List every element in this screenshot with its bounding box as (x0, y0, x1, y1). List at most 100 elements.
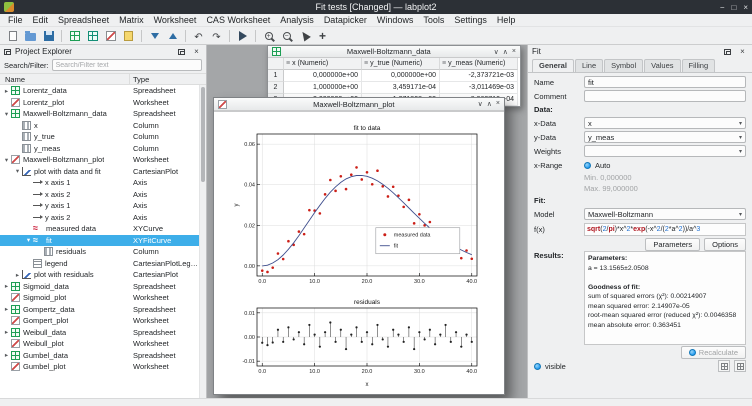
spreadsheet-cell[interactable]: 3,459171e-04 (362, 82, 440, 94)
close-icon[interactable]: × (743, 3, 748, 12)
tab-filling[interactable]: Filling (682, 59, 716, 72)
name-input[interactable] (584, 76, 746, 88)
search-input[interactable] (52, 59, 202, 71)
options-button[interactable]: Options (704, 238, 746, 251)
fit-plot[interactable]: 0.010.020.030.040.00.000.020.040.06fit t… (231, 120, 487, 290)
expander-icon[interactable]: ▸ (2, 282, 11, 290)
save-project-button[interactable] (40, 28, 57, 44)
dock-undock-button[interactable] (722, 46, 733, 57)
x-data-combobox[interactable]: x ▾ (584, 117, 746, 129)
tree-item-gumbel-data[interactable]: ▸Gumbel_dataSpreadsheet (0, 350, 199, 362)
column-header-name[interactable]: Name (0, 74, 130, 84)
model-combobox[interactable]: Maxwell-Boltzmann ▾ (584, 208, 746, 220)
maximize-icon[interactable]: □ (731, 3, 736, 12)
menu-matrix[interactable]: Matrix (114, 15, 149, 25)
expander-icon[interactable]: ▾ (2, 156, 11, 164)
spreadsheet-cell[interactable]: -2,373721e-03 (440, 70, 518, 82)
tree-scrollbar-thumb[interactable] (201, 87, 205, 182)
shade-down-icon[interactable]: ∨ (494, 48, 499, 56)
menu-datapicker[interactable]: Datapicker (319, 15, 372, 25)
tree-item-x-axis-2[interactable]: x axis 2Axis (0, 189, 199, 201)
comment-input[interactable] (584, 90, 746, 102)
expander-icon[interactable]: ▾ (13, 167, 22, 175)
run-fit-button[interactable] (234, 28, 251, 44)
undo-button[interactable] (190, 28, 207, 44)
tree-item-plot-with-data-and-fit[interactable]: ▾plot with data and fitCartesianPlot (0, 166, 199, 178)
column-header-y-meas-numeric[interactable]: ≡y_meas (Numeric) (440, 58, 518, 70)
select-mode-button[interactable] (296, 28, 313, 44)
expander-icon[interactable]: ▸ (2, 87, 11, 95)
menu-tools[interactable]: Tools (418, 15, 449, 25)
parameters-button[interactable]: Parameters (645, 238, 700, 251)
plot-window-titlebar[interactable]: Maxwell-Boltzmann_plot ∨ ∧ × (214, 98, 504, 111)
dock-undock-button[interactable] (176, 46, 187, 57)
row-number-cell[interactable]: 1 (268, 70, 284, 82)
tree-item-y-true[interactable]: y_trueColumn (0, 131, 199, 143)
menu-cas-worksheet[interactable]: CAS Worksheet (201, 15, 275, 25)
auto-checkbox[interactable] (584, 162, 591, 169)
new-spreadsheet-button[interactable] (66, 28, 83, 44)
tree-item-residuals[interactable]: residualsColumn (0, 246, 199, 258)
residuals-plot[interactable]: 0.010.020.030.040.0-0.010.000.01residual… (231, 296, 487, 388)
menu-settings[interactable]: Settings (449, 15, 492, 25)
tree-item-x[interactable]: xColumn (0, 120, 199, 132)
spreadsheet-cell[interactable]: 0,000000e+00 (362, 70, 440, 82)
tree-item-maxwell-boltzmann-data[interactable]: ▾Maxwell-Boltzmann_dataSpreadsheet (0, 108, 199, 120)
column-header-type[interactable]: Type (130, 74, 206, 84)
menu-edit[interactable]: Edit (28, 15, 54, 25)
tree-item-fit[interactable]: ▾≈fitXYFitCurve (0, 235, 199, 247)
expander-icon[interactable]: ▾ (24, 236, 33, 244)
visible-checkbox[interactable] (534, 363, 541, 370)
spreadsheet-cell[interactable]: -3,011469e-03 (440, 82, 518, 94)
plot-window[interactable]: Maxwell-Boltzmann_plot ∨ ∧ × 0.010.020.0… (213, 97, 505, 395)
tree-item-measured-data[interactable]: ≈measured dataXYCurve (0, 223, 199, 235)
zoom-out-button[interactable] (278, 28, 295, 44)
weights-combobox[interactable]: ▾ (584, 145, 746, 157)
spreadsheet-cell[interactable]: 0,000000e+00 (284, 70, 362, 82)
export-data-button[interactable] (164, 28, 181, 44)
dock-close-button[interactable]: × (191, 46, 202, 57)
new-project-button[interactable] (4, 28, 21, 44)
import-data-button[interactable] (146, 28, 163, 44)
tab-general[interactable]: General (532, 59, 574, 72)
tree-item-legend[interactable]: legendCartesianPlotLegend (0, 258, 199, 270)
tree-item-lorentz-plot[interactable]: Lorentz_plotWorksheet (0, 97, 199, 109)
expander-icon[interactable]: ▸ (2, 305, 11, 313)
tree-item-gumbel-plot[interactable]: Gumbel_plotWorksheet (0, 361, 199, 373)
new-worksheet-button[interactable] (102, 28, 119, 44)
close-icon[interactable]: × (512, 48, 516, 56)
tab-values[interactable]: Values (644, 59, 680, 72)
redo-button[interactable] (208, 28, 225, 44)
menu-spreadsheet[interactable]: Spreadsheet (53, 15, 114, 25)
expander-icon[interactable]: ▸ (13, 271, 22, 279)
tree-item-plot-with-residuals[interactable]: ▸plot with residualsCartesianPlot (0, 269, 199, 281)
spreadsheet-window-titlebar[interactable]: Maxwell-Boltzmann_data ∨ ∧ × (268, 46, 520, 58)
tab-symbol[interactable]: Symbol (604, 59, 643, 72)
open-project-button[interactable] (22, 28, 39, 44)
menu-file[interactable]: File (3, 15, 28, 25)
tree-item-y-axis-2[interactable]: y axis 2Axis (0, 212, 199, 224)
expander-icon[interactable]: ▸ (2, 328, 11, 336)
recalculate-button[interactable]: Recalculate (681, 346, 746, 359)
tree-item-lorentz-data[interactable]: ▸Lorentz_dataSpreadsheet (0, 85, 199, 97)
shade-down-icon[interactable]: ∨ (478, 100, 483, 108)
dock-close-button[interactable]: × (737, 46, 748, 57)
tree-item-x-axis-1[interactable]: x axis 1Axis (0, 177, 199, 189)
expander-icon[interactable]: ▾ (2, 110, 11, 118)
tree-item-weibull-data[interactable]: ▸Weibull_dataSpreadsheet (0, 327, 199, 339)
tree-scrollbar[interactable] (199, 85, 206, 398)
formula-display[interactable]: sqrt(2/pi)*x^2*exp(-x^2/(2*a^2))/a^3 (584, 223, 746, 236)
spreadsheet-cell[interactable]: 1,000000e+00 (284, 82, 362, 94)
tab-line[interactable]: Line (575, 59, 603, 72)
tree-item-weibull-plot[interactable]: Weibull_plotWorksheet (0, 338, 199, 350)
tree-item-y-meas[interactable]: y_measColumn (0, 143, 199, 155)
corner-header-cell[interactable] (268, 58, 284, 70)
tree-item-y-axis-1[interactable]: y axis 1Axis (0, 200, 199, 212)
shade-up-icon[interactable]: ∧ (487, 100, 492, 108)
menu-analysis[interactable]: Analysis (275, 15, 319, 25)
minimize-icon[interactable]: − (720, 3, 725, 12)
dock-option-button-2[interactable] (734, 360, 746, 372)
menu-help[interactable]: Help (492, 15, 521, 25)
y-data-combobox[interactable]: y_meas ▾ (584, 131, 746, 143)
column-header-x-numeric[interactable]: ≡x (Numeric) (284, 58, 362, 70)
